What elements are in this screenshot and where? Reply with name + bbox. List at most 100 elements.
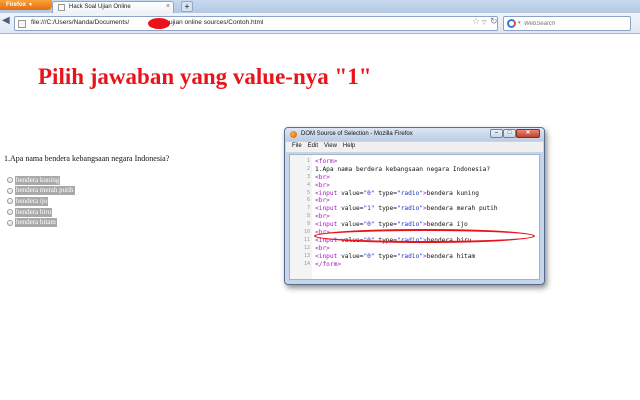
source-window-title: DOM Source of Selection - Mozilla Firefo…	[301, 131, 413, 137]
line-number: 5	[306, 189, 310, 196]
code-token: <form>	[315, 158, 338, 165]
menu-help[interactable]: Help	[343, 143, 355, 149]
source-line: 14 </form>	[290, 261, 539, 269]
radio-button[interactable]	[7, 198, 13, 205]
answer-option[interactable]: bendera biru	[7, 207, 75, 218]
answer-option[interactable]: bendera hitam	[7, 217, 75, 228]
code-token: <br>	[315, 197, 330, 205]
line-number: 4	[306, 181, 310, 188]
minimize-button[interactable]: –	[490, 129, 503, 138]
menu-edit[interactable]: Edit	[308, 143, 318, 149]
code-token: value=	[341, 205, 364, 213]
code-token: <br>	[315, 173, 330, 181]
source-line: 6 <br>	[290, 197, 539, 205]
code-token: bendera ijo	[426, 221, 468, 229]
code-token: 1.Apa nama berdera kebangsaan negara Ind…	[315, 165, 491, 173]
source-line: 9 <input value="0" type="radio">bendera i…	[290, 221, 539, 229]
history-dropdown-icon[interactable]: ▽	[482, 19, 487, 26]
line-number: 13	[303, 252, 310, 259]
url-prefix: file:///C:/Users/Nanda/Documents/	[31, 19, 130, 26]
answer-options: bendera kuning bendera merah putih bendera…	[7, 175, 75, 228]
line-number: 8	[306, 213, 310, 220]
close-window-button[interactable]: ✕	[516, 129, 540, 138]
page-title: Pilih jawaban yang value-nya "1"	[38, 64, 372, 89]
highlight-ellipse	[314, 229, 535, 243]
source-window-titlebar[interactable]: DOM Source of Selection - Mozilla Firefo…	[285, 128, 544, 141]
firefox-menu-button[interactable]: Firefox ▼	[0, 0, 52, 10]
tab-hack-soal[interactable]: Hack Soal Ujian Online ×	[52, 1, 174, 13]
answer-option-label: bendera merah putih	[15, 186, 75, 196]
firefox-menu-label: Firefox	[6, 2, 27, 8]
code-token: "0"	[363, 189, 375, 197]
source-code-lines: 1 <form> 2 1.Apa nama berdera kebangsaan ne…	[290, 158, 539, 268]
code-token: </form>	[315, 260, 342, 268]
code-token: value=	[341, 221, 364, 229]
line-number: 3	[306, 173, 310, 180]
source-line: 2 1.Apa nama berdera kebangsaan negara In…	[290, 166, 539, 174]
source-line: 13 <input value="0" type="radio">bendera …	[290, 253, 539, 261]
search-engine-icon[interactable]	[507, 19, 516, 28]
radio-button[interactable]	[7, 177, 13, 184]
code-token: <br>	[315, 213, 330, 221]
code-token: "1"	[363, 205, 375, 213]
navigation-toolbar: ◀ file:///C:/Users/Nanda/Documents/soal …	[0, 13, 640, 34]
line-number: 2	[306, 165, 310, 172]
code-token: <input	[315, 189, 342, 197]
code-token: <input	[315, 205, 342, 213]
source-line: 3 <br>	[290, 174, 539, 182]
tab-close-icon[interactable]: ×	[166, 3, 170, 10]
chevron-down-icon: ▼	[28, 2, 33, 8]
code-token: value=	[341, 189, 364, 197]
line-number: 7	[306, 205, 310, 212]
address-bar[interactable]: file:///C:/Users/Nanda/Documents/soal uj…	[14, 16, 498, 31]
line-number: 11	[303, 236, 310, 243]
answer-option-label: bendera ijo	[15, 196, 49, 206]
menu-file[interactable]: File	[292, 143, 302, 149]
code-token: "0"	[363, 221, 375, 229]
question-text: 1.Apa nama bendera kebangsaan negara Ind…	[4, 154, 170, 163]
code-token: "0"	[363, 252, 375, 260]
code-token: "radio"	[396, 205, 424, 213]
source-line: 4 <br>	[290, 182, 539, 190]
code-token: "radio"	[396, 221, 424, 229]
back-arrow-icon[interactable]: ◀	[2, 15, 14, 29]
page-favicon-icon	[58, 4, 65, 11]
source-code-view[interactable]: 1 <form> 2 1.Apa nama berdera kebangsaan ne…	[289, 154, 540, 280]
code-token: value=	[341, 252, 364, 260]
search-engine-dropdown-icon[interactable]: ▾	[518, 20, 521, 26]
code-token: type=	[374, 221, 397, 229]
bookmark-star-icon[interactable]: ☆	[472, 17, 480, 27]
code-token: <br>	[315, 181, 330, 189]
menu-view[interactable]: View	[324, 143, 337, 149]
new-tab-button[interactable]: +	[181, 1, 193, 12]
radio-button[interactable]	[7, 219, 13, 226]
answer-option-label: bendera hitam	[15, 218, 57, 228]
firefox-logo-icon	[290, 131, 297, 138]
line-number: 1	[306, 158, 310, 164]
answer-option[interactable]: bendera merah putih	[7, 186, 75, 197]
code-token: "radio"	[396, 252, 424, 260]
source-line: 7 <input value="1" type="radio">bendera m…	[290, 205, 539, 213]
answer-option[interactable]: bendera kuning	[7, 175, 75, 186]
radio-button[interactable]	[7, 187, 13, 194]
radio-button[interactable]	[7, 209, 13, 216]
code-token: bendera merah putih	[426, 205, 498, 213]
reload-icon[interactable]: ↻	[490, 17, 498, 27]
site-identity-icon	[18, 20, 26, 28]
answer-option-label: bendera biru	[15, 207, 53, 217]
code-token: bendera kuning	[426, 189, 479, 197]
browser-tab-strip: Firefox ▼ Hack Soal Ujian Online × +	[0, 0, 640, 13]
line-number: 6	[306, 197, 310, 204]
answer-option[interactable]: bendera ijo	[7, 196, 75, 207]
source-line: 12 <br>	[290, 245, 539, 253]
search-bar[interactable]: ▾	[503, 16, 631, 31]
code-token: type=	[374, 252, 397, 260]
line-number: 9	[306, 221, 310, 228]
answer-option-label: bendera kuning	[15, 175, 61, 185]
search-input[interactable]	[524, 18, 624, 29]
code-token: bendera hitam	[426, 252, 476, 260]
code-token: type=	[374, 205, 397, 213]
code-token: <br>	[315, 244, 330, 252]
source-line: 5 <input value="0" type="radio">bendera k…	[290, 190, 539, 198]
maximize-button[interactable]: □	[503, 129, 516, 138]
